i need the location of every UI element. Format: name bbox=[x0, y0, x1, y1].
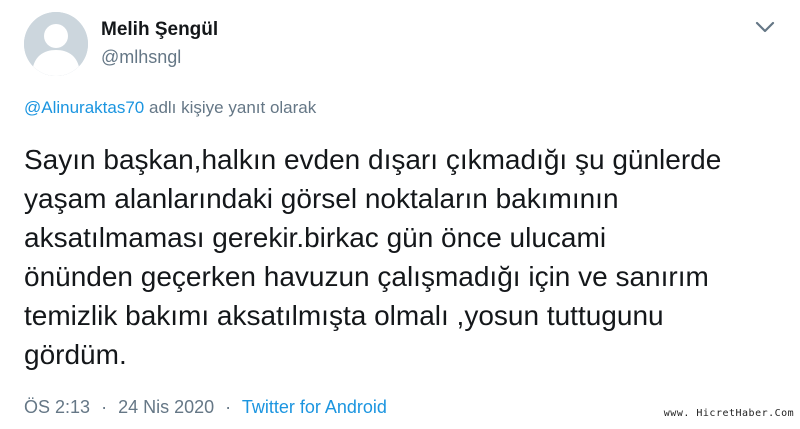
tweet-card: Melih Şengül @mlhsngl @Alinuraktas70 adl… bbox=[0, 0, 800, 429]
reply-mention-link[interactable]: @Alinuraktas70 bbox=[24, 98, 144, 117]
tweet-meta: ÖS 2:13 · 24 Nis 2020 · Twitter for Andr… bbox=[24, 397, 387, 418]
meta-separator: · bbox=[225, 397, 232, 417]
author-handle[interactable]: @mlhsngl bbox=[101, 47, 181, 68]
tweet-text-line: gördüm. bbox=[24, 339, 127, 370]
site-watermark: www. HicretHaber.Com bbox=[658, 398, 800, 428]
default-avatar-icon bbox=[24, 12, 88, 76]
reply-context-label: adlı kişiye yanıt olarak bbox=[149, 98, 317, 117]
watermark-text: www. HicretHaber.Com bbox=[663, 407, 795, 419]
tweet-text-line: yaşam alanlarındaki görsel noktaların ba… bbox=[24, 183, 619, 214]
tweet-text: Sayın başkan,halkın evden dışarı çıkmadı… bbox=[24, 140, 784, 374]
avatar[interactable] bbox=[24, 12, 88, 76]
chevron-down-icon bbox=[755, 21, 775, 33]
tweet-text-line: önünden geçerken havuzun çalışmadığı içi… bbox=[24, 261, 709, 292]
author-display-name[interactable]: Melih Şengül bbox=[101, 19, 218, 41]
tweet-timestamp[interactable]: ÖS 2:13 bbox=[24, 397, 90, 417]
meta-separator: · bbox=[101, 397, 108, 417]
reply-context: @Alinuraktas70 adlı kişiye yanıt olarak bbox=[24, 98, 316, 118]
tweet-text-line: temizlik bakımı aksatılmışta olmalı ,yos… bbox=[24, 300, 664, 331]
tweet-text-line: Sayın başkan,halkın evden dışarı çıkmadı… bbox=[24, 144, 722, 175]
tweet-source-link[interactable]: Twitter for Android bbox=[242, 397, 387, 417]
tweet-date[interactable]: 24 Nis 2020 bbox=[118, 397, 214, 417]
tweet-text-line: aksatılmaması gerekir.birkac gün önce ul… bbox=[24, 222, 607, 253]
tweet-menu-button[interactable] bbox=[753, 18, 777, 36]
